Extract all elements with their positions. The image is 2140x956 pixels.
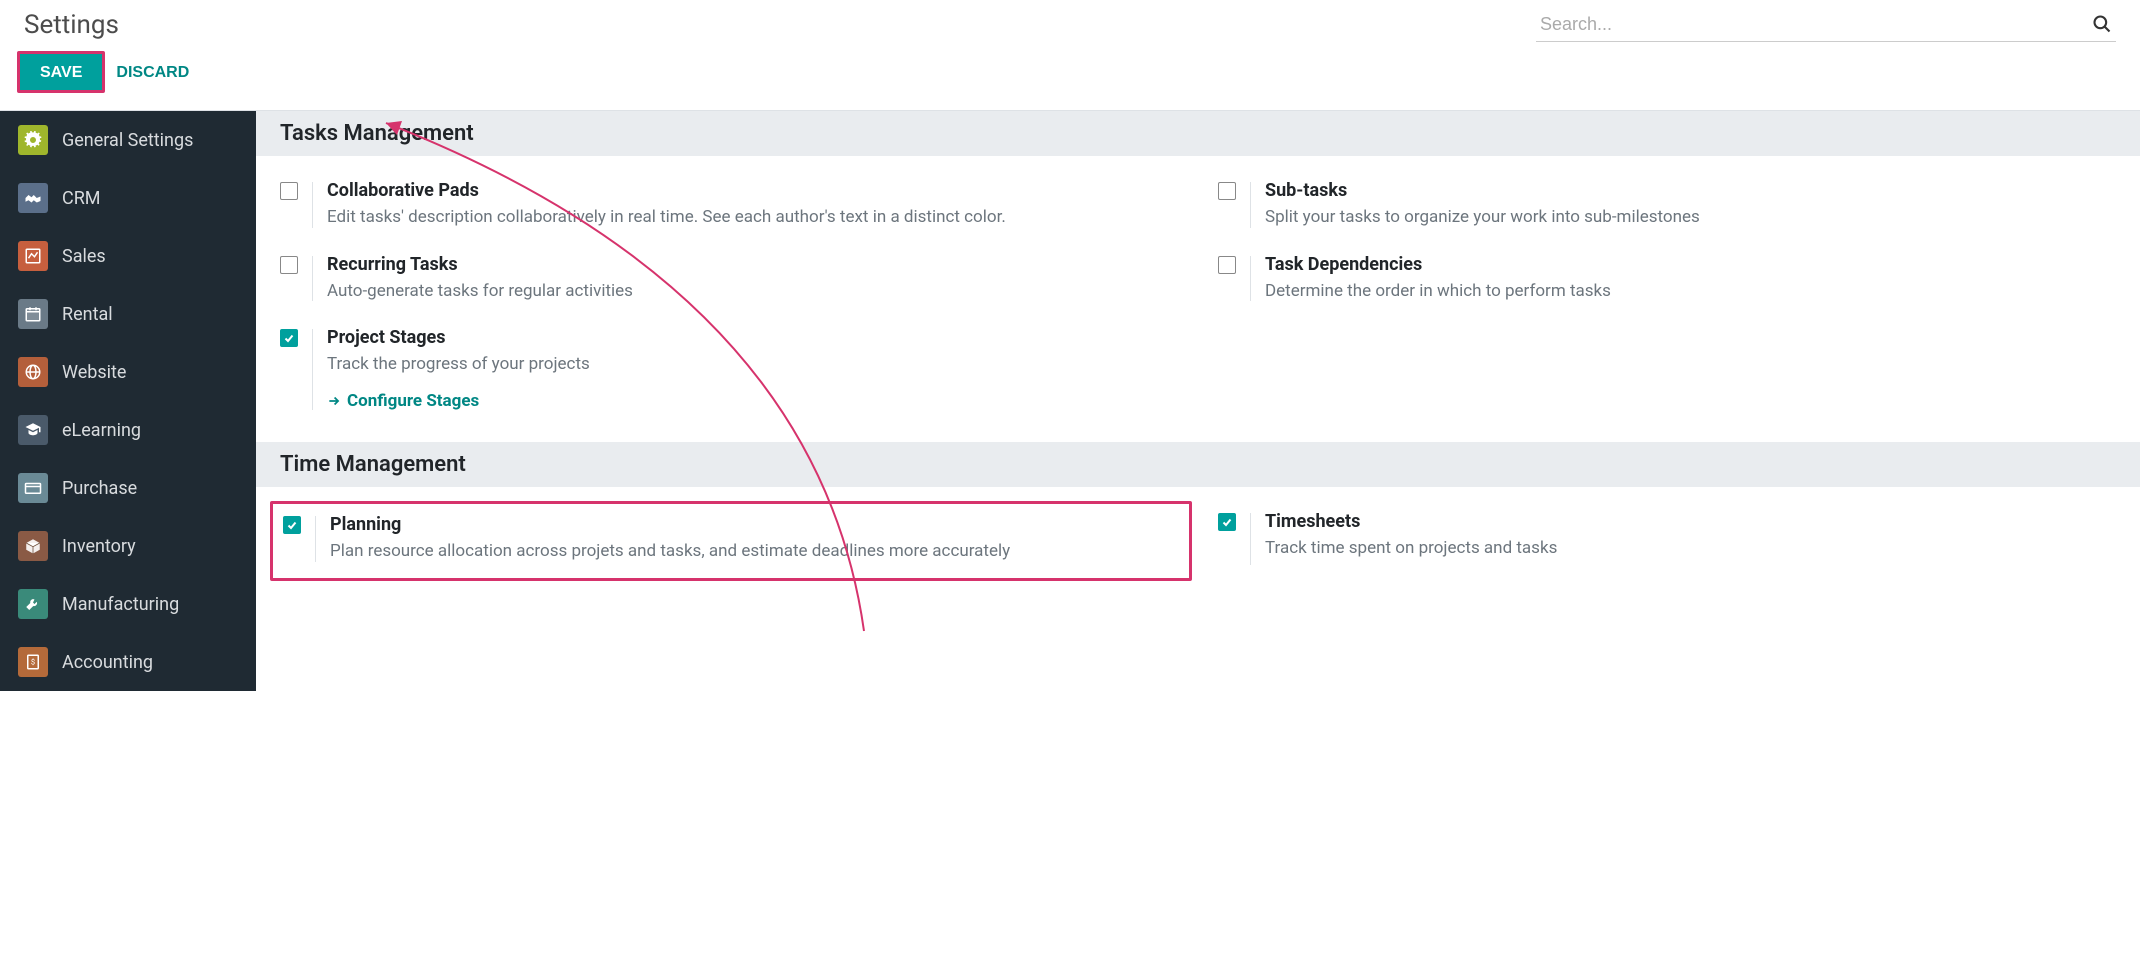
setting-recurring-tasks: Recurring Tasks Auto-generate tasks for r… [280,254,1178,304]
main-settings-panel: Tasks Management Collaborative Pads Edit t… [256,111,2140,691]
invoice-icon: $ [18,647,48,677]
setting-checkbox[interactable] [1218,513,1236,531]
section-header: Time Management [256,442,2140,487]
setting-title: Task Dependencies [1265,254,2116,275]
setting-description: Determine the order in which to perform … [1265,279,2116,304]
setting-checkbox[interactable] [1218,256,1236,274]
sidebar-item-label: Sales [62,246,106,267]
page-title: Settings [24,10,119,40]
setting-title: Timesheets [1265,511,2116,532]
wrench-icon [18,589,48,619]
setting-title: Recurring Tasks [327,254,1178,275]
setting-description: Plan resource allocation across projets … [330,539,1175,564]
sidebar-item-label: Accounting [62,652,153,673]
sidebar-item-label: Rental [62,304,113,325]
discard-button[interactable]: Discard [116,64,189,82]
configure-stages-link[interactable]: Configure Stages [327,391,479,411]
sidebar-item-crm[interactable]: CRM [0,169,256,227]
sidebar-item-label: General Settings [62,130,193,151]
sidebar-item-website[interactable]: Website [0,343,256,401]
setting-title: Project Stages [327,327,1178,348]
setting-task-dependencies: Task Dependencies Determine the order in … [1218,254,2116,304]
setting-checkbox[interactable] [1218,182,1236,200]
setting-divider [1250,513,1251,565]
setting-divider [312,329,313,410]
sidebar-item-label: Manufacturing [62,594,179,615]
sidebar-item-label: Purchase [62,478,137,499]
setting-collaborative-pads: Collaborative Pads Edit tasks' descriptio… [280,180,1178,230]
graduation-icon [18,415,48,445]
setting-checkbox[interactable] [280,329,298,347]
sidebar-item-manufacturing[interactable]: Manufacturing [0,575,256,633]
setting-checkbox[interactable] [280,256,298,274]
setting-planning: Planning Plan resource allocation across … [280,511,1178,567]
creditcard-icon [18,473,48,503]
handshake-icon [18,183,48,213]
sidebar-item-accounting[interactable]: $ Accounting [0,633,256,691]
search-icon[interactable] [2092,14,2112,34]
setting-description: Auto-generate tasks for regular activiti… [327,279,1178,304]
planning-highlight-annotation: Planning Plan resource allocation across … [270,501,1192,581]
chart-line-icon [18,241,48,271]
setting-description: Split your tasks to organize your work i… [1265,205,2116,230]
sidebar-item-label: Inventory [62,536,136,557]
setting-divider [315,516,316,562]
setting-title: Sub-tasks [1265,180,2116,201]
sidebar-item-rental[interactable]: Rental [0,285,256,343]
svg-text:$: $ [31,657,35,666]
setting-title: Collaborative Pads [327,180,1178,201]
gear-icon [18,125,48,155]
setting-divider [1250,256,1251,302]
setting-description: Track time spent on projects and tasks [1265,536,2116,561]
sidebar-item-sales[interactable]: Sales [0,227,256,285]
sidebar-item-elearning[interactable]: eLearning [0,401,256,459]
setting-divider [312,256,313,302]
calendar-icon [18,299,48,329]
search-input[interactable] [1536,8,2116,42]
sidebar-item-label: Website [62,362,126,383]
setting-checkbox[interactable] [280,182,298,200]
setting-description: Edit tasks' description collaboratively … [327,205,1178,230]
sidebar-item-inventory[interactable]: Inventory [0,517,256,575]
sidebar-item-label: eLearning [62,420,141,441]
setting-divider [312,182,313,228]
box-icon [18,531,48,561]
section-header: Tasks Management [256,111,2140,156]
setting-sub-tasks: Sub-tasks Split your tasks to organize yo… [1218,180,2116,230]
sidebar: General Settings CRM Sales Rental Website eLe… [0,111,256,691]
setting-project-stages: Project Stages Track the progress of your… [280,327,1178,412]
setting-checkbox[interactable] [283,516,301,534]
sidebar-item-purchase[interactable]: Purchase [0,459,256,517]
setting-description: Track the progress of your projects [327,352,1178,377]
arrow-right-icon [327,394,341,408]
save-button[interactable]: Save [20,54,102,92]
setting-divider [1250,182,1251,228]
setting-title: Planning [330,514,1175,535]
sidebar-item-label: CRM [62,188,101,209]
globe-icon [18,357,48,387]
sidebar-item-general-settings[interactable]: General Settings [0,111,256,169]
setting-timesheets: Timesheets Track time spent on projects a… [1218,511,2116,567]
